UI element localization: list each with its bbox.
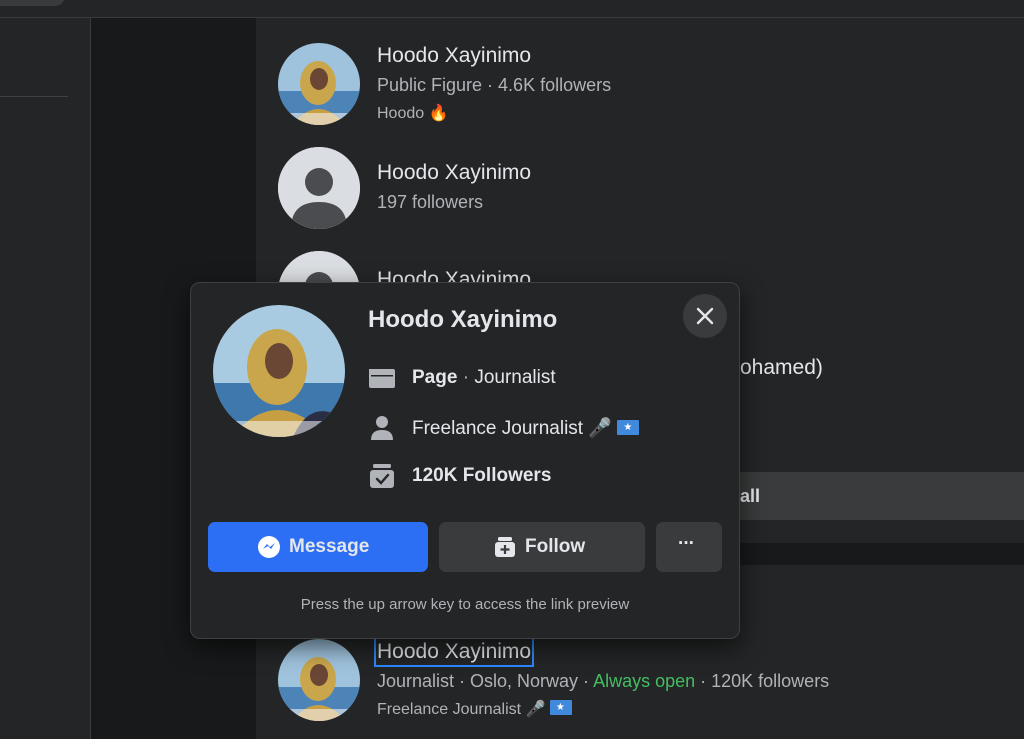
somalia-flag-icon — [549, 700, 572, 715]
follow-button[interactable]: Follow — [439, 522, 645, 572]
result-4-avatar[interactable] — [278, 639, 360, 721]
top-bar — [0, 0, 1024, 18]
result-4-meta-prefix: Journalist · Oslo, Norway · — [377, 671, 594, 691]
left-sidebar — [0, 18, 91, 739]
link-preview-hint: Press the up arrow key to access the lin… — [300, 596, 630, 613]
somalia-flag-icon — [617, 420, 640, 435]
follow-label: Follow — [525, 536, 586, 557]
close-button[interactable] — [683, 294, 727, 338]
message-button[interactable]: Message — [208, 522, 428, 572]
result-4-meta-suffix: · 120K followers — [695, 671, 830, 691]
result-1-sub: Hoodo 🔥 — [377, 103, 449, 123]
fire-emoji-icon: 🔥 — [428, 105, 449, 122]
top-bar-search-pill[interactable] — [0, 0, 65, 6]
result-3-peek-text: ohamed) — [740, 356, 823, 379]
see-all-label: all — [740, 486, 761, 506]
page-category: Journalist — [474, 367, 556, 388]
default-avatar-icon — [278, 147, 360, 229]
microphone-emoji-icon: 🎤 — [588, 418, 613, 439]
person-icon — [371, 416, 393, 440]
page-label: Page — [412, 367, 458, 388]
page-type-text: Page · Journalist — [412, 367, 556, 389]
result-1-name[interactable]: Hoodo Xayinimo — [377, 44, 531, 68]
message-label: Message — [289, 536, 370, 557]
result-4-name-link[interactable]: Hoodo Xayinimo — [373, 637, 535, 667]
result-2-name[interactable]: Hoodo Xayinimo — [377, 161, 531, 185]
hover-card-name[interactable]: Hoodo Xayinimo — [368, 306, 557, 334]
bio-text: Freelance Journalist 🎤 — [412, 416, 640, 440]
microphone-emoji-icon: 🎤 — [525, 701, 546, 718]
hover-card-avatar[interactable] — [213, 305, 345, 437]
page-flag-icon — [369, 369, 395, 388]
result-2-avatar[interactable] — [278, 147, 360, 229]
result-1-avatar[interactable] — [278, 43, 360, 125]
result-1-meta: Public Figure · 4.6K followers — [377, 75, 612, 95]
result-1-sub-text: Hoodo — [377, 105, 425, 122]
followers-check-icon — [370, 464, 394, 488]
result-4-sub: Freelance Journalist 🎤 — [377, 699, 572, 719]
more-options-button[interactable]: ··· — [656, 522, 722, 572]
result-4-sub-text: Freelance Journalist — [377, 701, 522, 718]
bio-label: Freelance Journalist — [412, 418, 584, 439]
more-dots-icon: ··· — [678, 533, 695, 554]
messenger-icon — [258, 536, 280, 558]
result-4-meta: Journalist · Oslo, Norway · Always open … — [377, 671, 829, 692]
type-separator: · — [457, 367, 475, 388]
followers-count: 120K Followers — [412, 465, 552, 486]
sidebar-divider — [0, 96, 68, 97]
open-status: Always open — [593, 671, 696, 691]
profile-hover-card: Hoodo Xayinimo Page · Journalist Freelan… — [190, 282, 740, 639]
follow-add-icon — [495, 537, 515, 557]
result-2-meta: 197 followers — [377, 192, 484, 212]
close-icon — [696, 307, 714, 325]
